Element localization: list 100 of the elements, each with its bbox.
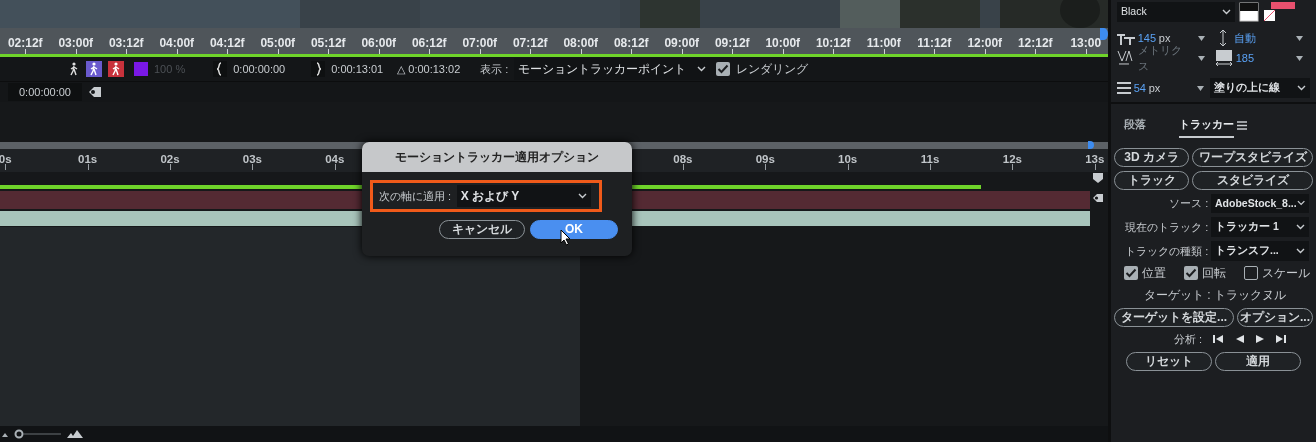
out-bracket-icon[interactable] [311,61,326,77]
target-label: ターゲット : トラックヌル [1144,287,1286,304]
panel-tab[interactable]: トラッカー [1179,114,1234,138]
font-size-icon [1117,31,1135,45]
zoom-value: 100 % [154,61,186,77]
ruler-label: 04s [325,153,345,165]
field-dropdown[interactable]: トランスフ... [1211,241,1309,261]
analyze-label: 分析 : [1174,332,1203,347]
dropdown-triangle-icon[interactable] [1198,35,1205,41]
chevron-down-icon [1297,85,1306,91]
options-button[interactable]: オプション... [1237,308,1313,327]
render-label: レンダリング [736,61,809,78]
ruler-label: 10:12f [815,36,851,50]
option-label: 位置 [1142,265,1166,281]
apply-button[interactable]: 適用 [1214,351,1301,371]
tracker-button[interactable]: トラック [1114,170,1190,190]
color-swatch-icon[interactable] [134,62,148,76]
ruler-label: 01s [78,153,98,165]
leading-value: 自動 [1233,30,1256,46]
field-label: ソース : [1169,196,1209,212]
ruler-label: 10:00f [765,36,801,50]
ruler-label: 12:12f [1017,36,1053,50]
ruler-label: 11:12f [917,36,952,50]
step-forward-icon[interactable] [1276,334,1287,345]
option-checkbox[interactable] [1124,266,1138,281]
panel-tab[interactable]: 段落 [1124,114,1146,138]
ruler-label: 06:12f [411,36,447,50]
cancel-button[interactable]: キャンセル [438,220,525,239]
field-dropdown[interactable]: トラッカー 1 [1211,217,1309,237]
dropdown-triangle-icon[interactable] [1198,55,1205,61]
dropdown-triangle-icon[interactable] [1296,35,1303,41]
chevron-down-icon [1296,247,1305,254]
option-label: 回転 [1202,265,1226,281]
tracker-button[interactable]: ワープスタビライズ [1192,147,1313,167]
tracker-button[interactable]: スタビライズ [1192,170,1313,190]
tracker-pointer-icon[interactable] [1092,193,1104,203]
dropdown-triangle-icon[interactable] [1296,55,1303,61]
stroke-width-icon [1117,82,1131,94]
axis-dropdown[interactable]: X および Y [456,185,591,207]
stroke-width-value: 54 [1133,80,1146,96]
ruler-label: 07:00f [462,36,498,50]
option-checkbox[interactable] [1184,266,1198,281]
ruler-label: 13:00 [1070,36,1102,50]
fill-swatch-icon[interactable] [1263,2,1295,22]
ruler-label: 13s [1085,153,1105,165]
playhead-marker-icon[interactable] [1088,141,1094,149]
playhead-marker-icon[interactable] [1100,28,1108,40]
tracker-button[interactable]: 3D カメラ [1114,147,1190,167]
reset-button[interactable]: リセット [1126,351,1213,371]
zoom-slider-handle[interactable] [13,429,62,439]
mountain-large-icon[interactable] [67,430,83,438]
ruler-label: 03:00f [58,36,94,50]
chevron-down-icon [1222,9,1231,15]
ruler-label: 0s [0,153,12,165]
chevron-down-icon [1296,200,1305,207]
font-size-value-unit: px [1158,30,1171,46]
field-dropdown[interactable]: AdobeStock_8... [1211,193,1309,214]
walking-figure-icon[interactable] [68,62,80,76]
kerning-value: メトリクス [1137,43,1183,74]
ruler-label: 05:00f [260,36,296,50]
ruler-label: 08s [673,153,693,165]
ruler-label: 04:12f [209,36,245,50]
kerning-icon [1117,50,1135,66]
font-style-dropdown[interactable]: Black [1117,2,1235,22]
tracking-icon [1215,49,1233,67]
play-backward-icon[interactable] [1234,334,1245,345]
chevron-down-icon [697,66,707,72]
option-checkbox[interactable] [1244,266,1258,281]
ruler-label: 11s [920,153,940,165]
stroke-width-value-unit: px [1148,80,1161,96]
play-forward-icon[interactable] [1255,334,1266,345]
ruler-label: 11:00f [866,36,901,50]
menu-icon[interactable] [1237,121,1247,131]
set-target-button[interactable]: ターゲットを設定... [1114,308,1235,327]
ruler-label: 03:12f [108,36,144,50]
render-checkbox[interactable] [716,62,731,76]
in-bracket-icon[interactable] [213,61,228,77]
mountain-small-icon[interactable] [2,431,8,437]
ruler-label: 08:12f [613,36,649,50]
ruler-label: 12s [1002,153,1022,165]
ruler-label: 09:12f [714,36,750,50]
chevron-down-icon [577,193,587,199]
ruler-label: 02s [160,153,180,165]
ruler-label: 05:12f [310,36,346,50]
view-label: 表示 : [480,61,509,77]
ruler-label: 12:00f [967,36,1003,50]
ruler-label: 10s [838,153,858,165]
dropdown-triangle-icon[interactable] [1196,85,1204,91]
step-backward-icon[interactable] [1213,334,1224,345]
option-label: スケール [1262,265,1310,281]
stroke-swatch-icon[interactable] [1239,2,1259,22]
font-size-value: 145 [1137,30,1157,46]
field-label: トラックの種類 : [1125,243,1209,259]
checkmark-icon [716,62,731,76]
out-point-time: 0:00:13:01 [331,61,384,77]
field-label: 現在のトラック : [1125,219,1209,235]
stroke-mode-dropdown[interactable]: 塗りの上に線 [1209,78,1310,98]
duration-time: △ 0:00:13:02 [397,61,461,77]
current-time-field[interactable]: 0:00:00:00 [8,82,82,102]
tracker-pointer-icon[interactable] [87,86,102,98]
